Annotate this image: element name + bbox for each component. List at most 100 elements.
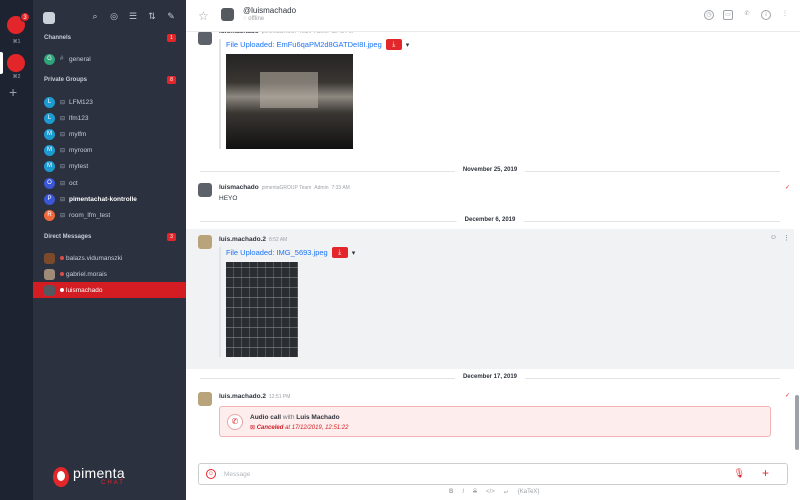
file-link[interactable]: File Uploaded: EmFu6qaPM2d8GATDeI8I.jpeg [226, 40, 382, 49]
sidebar-item-label: pimentachat-kontrolle [69, 195, 137, 203]
file-link[interactable]: File Uploaded: IMG_5693.jpeg [226, 248, 328, 257]
sidebar-item-pimentachat-kontrolle[interactable]: P ⊟ pimentachat-kontrolle [33, 191, 186, 207]
sidebar-item-balazs-vidumanszki[interactable]: balazs.vidumanszki [33, 250, 186, 266]
multiline-button[interactable]: ↵ [504, 489, 509, 496]
read-receipt-icon: ✓ [784, 185, 790, 191]
sidebar-item-LFM123[interactable]: L ⊟ LFM123 [33, 94, 186, 110]
day-divider: December 17, 2019 [186, 373, 794, 383]
sidebar-item-lfm123[interactable]: L ⊟ lfm123 [33, 110, 186, 126]
sidebar-item-room-lfm-test[interactable]: R ⊟ room_lfm_test [33, 207, 186, 223]
server-pimenta-1[interactable]: 3 [7, 12, 30, 34]
lock-icon: ⊟ [60, 131, 66, 138]
room-avatar: G [44, 53, 55, 65]
sidebar-item-mytest[interactable]: M ⊟ mytest [33, 158, 186, 174]
sidebar-item-oct[interactable]: O ⊟ oct [33, 175, 186, 191]
room-avatar[interactable] [221, 8, 234, 21]
italic-button[interactable]: I [462, 489, 464, 496]
search-icon[interactable]: ⌕ [90, 11, 100, 21]
add-reaction-icon[interactable]: ☺ [770, 234, 777, 242]
file-attachment: File Uploaded: IMG_5693.jpeg ⤓ ▾ [219, 247, 355, 357]
sidebar-toolbar: ⌕ ◎ ☰ ⇅ ✎ [33, 0, 186, 33]
server-badge: 3 [20, 12, 30, 22]
collapse-toggle-icon[interactable]: ▾ [352, 249, 356, 257]
sidebar-item-label: general [69, 55, 91, 63]
image-preview-keyboard[interactable] [226, 262, 298, 357]
user-avatar[interactable] [198, 183, 212, 197]
user-avatar[interactable] [43, 12, 55, 24]
day-divider: December 6, 2019 [186, 216, 794, 226]
day-divider: November 25, 2019 [186, 166, 794, 176]
formatting-toolbar: B I S </> ↵ {KaTeX} [449, 489, 539, 496]
sidebar-item-luismachado[interactable]: luismachado [33, 282, 186, 298]
server-pimenta-2[interactable] [7, 54, 25, 72]
attach-plus-icon[interactable]: + [762, 466, 769, 480]
download-button[interactable]: ⤓ [331, 247, 348, 258]
sidebar-item-mylfm[interactable]: M ⊟ mylfm [33, 126, 186, 142]
admin-tag: Admin [314, 185, 329, 191]
sidebar-item-label: gabriel.morais [66, 270, 107, 278]
sidebar-item-label: LFM123 [69, 98, 93, 106]
code-button[interactable]: </> [486, 489, 495, 496]
room-avatar: P [44, 193, 55, 205]
room-avatar: O [44, 177, 55, 189]
image-preview-cinema[interactable] [226, 54, 353, 149]
bold-button[interactable]: B [449, 489, 453, 496]
user-avatar[interactable] [198, 235, 212, 249]
user-status: ◌ offline [243, 16, 265, 22]
message-timestamp: 12:51 PM [268, 394, 291, 400]
add-server-button[interactable]: + [9, 85, 17, 99]
kebab-menu-icon[interactable]: ⋮ [780, 10, 790, 20]
message-username[interactable]: luis.machado.2 [219, 393, 266, 400]
view-mode-icon[interactable]: ☰ [128, 11, 138, 21]
room-avatar: M [44, 128, 55, 140]
room-title: @luismachado [243, 6, 297, 15]
user-avatar[interactable] [198, 31, 212, 45]
message-username[interactable]: luismachado [219, 184, 259, 191]
sort-icon[interactable]: ⇅ [147, 11, 157, 21]
microphone-icon[interactable]: 🎙 [734, 468, 745, 479]
sidebar-item-label: balazs.vidumanszki [66, 254, 123, 262]
directory-icon[interactable]: ◎ [109, 11, 119, 21]
sidebar: ⌕ ◎ ☰ ⇅ ✎ Channels 1 G # general Private… [33, 0, 186, 500]
user-avatar [44, 268, 55, 280]
phone-icon[interactable]: ✆ [742, 10, 752, 20]
collapse-toggle-icon[interactable]: ▾ [406, 41, 410, 49]
role-tag: pimentaGROUP Team [261, 185, 312, 191]
read-receipt-icon: ✓ [784, 393, 790, 399]
pepper-logo-icon [53, 466, 69, 487]
sidebar-item-label: lfm123 [69, 114, 89, 122]
user-info-icon[interactable]: i [761, 10, 771, 20]
sidebar-item-general[interactable]: G # general [33, 51, 186, 67]
user-avatar[interactable] [198, 392, 212, 406]
server-shortcut-label: ⌘2 [12, 74, 21, 80]
message-actions: ☺ ⋮ [770, 234, 790, 242]
lock-icon: ⊟ [60, 163, 66, 170]
channels-header: Channels [44, 35, 72, 41]
lock-icon: ⊟ [60, 196, 66, 203]
emoji-icon[interactable]: ☺ [206, 469, 216, 479]
message-list-scrollbar[interactable] [795, 395, 799, 450]
favorite-star-icon[interactable]: ☆ [198, 9, 209, 23]
download-button[interactable]: ⤓ [385, 39, 402, 50]
video-call-icon[interactable]: ▭ [723, 10, 733, 20]
call-title: Audio call with Luis Machado [250, 414, 340, 421]
offline-status-icon [60, 272, 64, 276]
chat-main: luismachado pimentaGROUP Team Admin 12:4… [186, 0, 800, 500]
sidebar-item-label: luismachado [66, 286, 103, 294]
message-composer: ☺ 🎙 + [198, 463, 788, 485]
message-username[interactable]: luis.machado.2 [219, 236, 266, 243]
room-avatar: L [44, 96, 55, 108]
katex-button[interactable]: {KaTeX} [518, 489, 540, 496]
create-new-icon[interactable]: ✎ [166, 11, 176, 21]
clock-icon[interactable]: ◷ [704, 10, 714, 20]
more-options-icon[interactable]: ⋮ [783, 234, 790, 242]
message-header: luismachado pimentaGROUP Team Admin 7:33… [219, 184, 350, 191]
sidebar-item-myroom[interactable]: M ⊟ myroom [33, 142, 186, 158]
day-divider-label: December 17, 2019 [454, 374, 526, 380]
active-server-indicator [0, 52, 3, 74]
message-input[interactable] [224, 467, 724, 481]
lock-icon: ⊟ [60, 115, 66, 122]
sidebar-item-gabriel-morais[interactable]: gabriel.morais [33, 266, 186, 282]
strike-button[interactable]: S [473, 489, 477, 496]
direct-messages-unread-count: 3 [167, 233, 176, 241]
